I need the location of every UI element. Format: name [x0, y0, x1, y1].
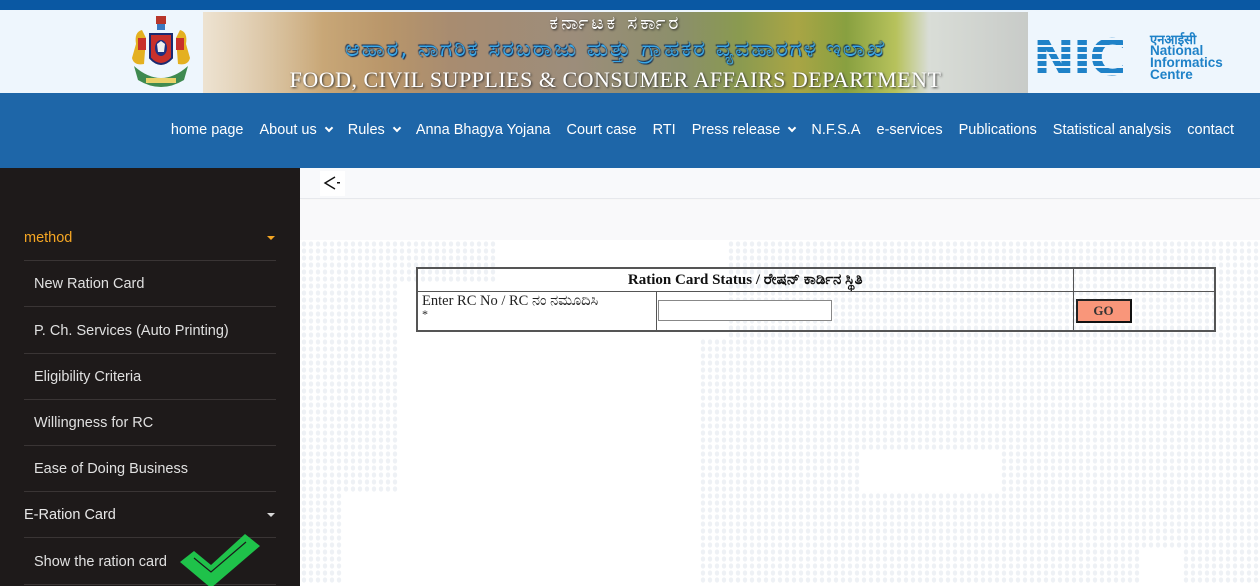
nav-contact[interactable]: contact [1187, 122, 1234, 138]
nav-label: Publications [958, 122, 1037, 138]
top-strip [0, 0, 1260, 10]
nav-label: home page [170, 122, 244, 138]
rc-input-cell [655, 290, 1074, 332]
rc-number-label: Enter RC No / RC ನಂ ನಮೂದಿಸಿ [422, 292, 599, 309]
sidebar: method New Ration Card P. Ch. Services (… [0, 168, 300, 586]
content-toolbar [300, 168, 1260, 199]
nav-label: N.F.S.A [811, 122, 861, 138]
banner-line-govt: ಕರ್ನಾಟಕ ಸರ್ಕಾರ [549, 12, 682, 34]
nav-home-page[interactable]: home page [171, 122, 244, 138]
back-button[interactable] [320, 171, 345, 196]
nav-label: e-services [876, 122, 943, 138]
nav-list: home page About us Rules Anna Bhagya Yoj… [155, 122, 1234, 138]
nav-label: Statistical analysis [1052, 122, 1172, 138]
site-header: ಕರ್ನಾಟಕ ಸರ್ಕಾರ ಆಹಾರ, ನಾಗರಿಕ ಸರಬರಾಜು ಮತ್ತ… [0, 10, 1260, 93]
required-mark: * [422, 306, 428, 321]
nav-rules[interactable]: Rules [347, 122, 402, 138]
sidebar-group-label: E-Ration Card [24, 506, 116, 523]
nav-label: contact [1187, 122, 1234, 138]
caret-down-icon [267, 235, 275, 240]
sidebar-group-method[interactable]: method [24, 215, 276, 261]
nic-stripes [1033, 33, 1143, 83]
ration-card-status-form: Ration Card Status / ರೇಷನ್ ಕಾರ್ಡಿನ ಸ್ಥಿತ… [416, 267, 1216, 332]
nav-label: Press release [691, 122, 781, 138]
nav-publications[interactable]: Publications [959, 122, 1037, 138]
nav-press-release[interactable]: Press release [691, 122, 797, 138]
nav-label: Court case [566, 122, 637, 138]
nav-label: Rules [347, 122, 385, 138]
sidebar-item-pch-services[interactable]: P. Ch. Services (Auto Printing) [24, 308, 276, 354]
nic-line-3: Centre [1150, 67, 1193, 82]
rc-number-input[interactable] [657, 300, 832, 322]
caret-down-icon [267, 512, 275, 517]
banner-line-dept-english: FOOD, CIVIL SUPPLIES & CONSUMER AFFAIRS … [289, 67, 942, 92]
nav-rti[interactable]: RTI [653, 122, 676, 138]
chevron-down-icon [392, 123, 402, 133]
nav-court-case[interactable]: Court case [566, 122, 636, 138]
nic-logo: NIC एनआईसी National Informatics Centre [1033, 30, 1258, 86]
sidebar-item-ease-of-doing-business[interactable]: Ease of Doing Business [24, 446, 276, 492]
sidebar-item-new-ration-card[interactable]: New Ration Card [24, 261, 276, 307]
nav-e-services[interactable]: e-services [877, 122, 943, 138]
form-title-empty-cell [1072, 267, 1216, 292]
department-banner: ಕರ್ನಾಟಕ ಸರ್ಕಾರ ಆಹಾರ, ನಾಗರಿಕ ಸರಬರಾಜು ಮತ್ತ… [203, 12, 1028, 93]
rc-number-label-cell: Enter RC No / RC ನಂ ನಮೂದಿಸಿ * [416, 290, 657, 332]
nic-english: National Informatics Centre [1150, 44, 1223, 82]
spacer-band [300, 200, 1260, 240]
nav-statistical-analysis[interactable]: Statistical analysis [1053, 122, 1171, 138]
back-arrow-icon [323, 176, 340, 190]
sidebar-item-willingness-for-rc[interactable]: Willingness for RC [24, 400, 276, 446]
green-checkmark-icon [180, 534, 260, 586]
nav-label: RTI [652, 122, 676, 138]
sidebar-group-label: method [24, 229, 73, 246]
go-button[interactable]: GO [1075, 298, 1132, 323]
banner-line-dept-kannada: ಆಹಾರ, ನಾಗರಿಕ ಸರಬರಾಜು ಮತ್ತು ಗ್ರಾಹಕರ ವ್ಯವಹ… [345, 37, 886, 62]
nav-anna-bhagya-yojana[interactable]: Anna Bhagya Yojana [416, 122, 551, 138]
nav-nfsa[interactable]: N.F.S.A [811, 122, 860, 138]
nav-about-us[interactable]: About us [259, 122, 333, 138]
main-content: Ration Card Status / ರೇಷನ್ ಕಾರ್ಡಿನ ಸ್ಥಿತ… [300, 168, 1260, 586]
chevron-down-icon [788, 123, 797, 133]
main-navbar: home page About us Rules Anna Bhagya Yoj… [0, 93, 1260, 168]
nav-label: Anna Bhagya Yojana [415, 122, 551, 138]
form-title: Ration Card Status / ರೇಷನ್ ಕಾರ್ಡಿನ ಸ್ಥಿತ… [416, 267, 1074, 292]
nav-label: About us [259, 122, 317, 138]
sidebar-item-eligibility-criteria[interactable]: Eligibility Criteria [24, 354, 276, 400]
chevron-down-icon [324, 123, 333, 133]
karnataka-emblem-icon [132, 16, 190, 87]
go-cell: GO [1072, 290, 1216, 332]
